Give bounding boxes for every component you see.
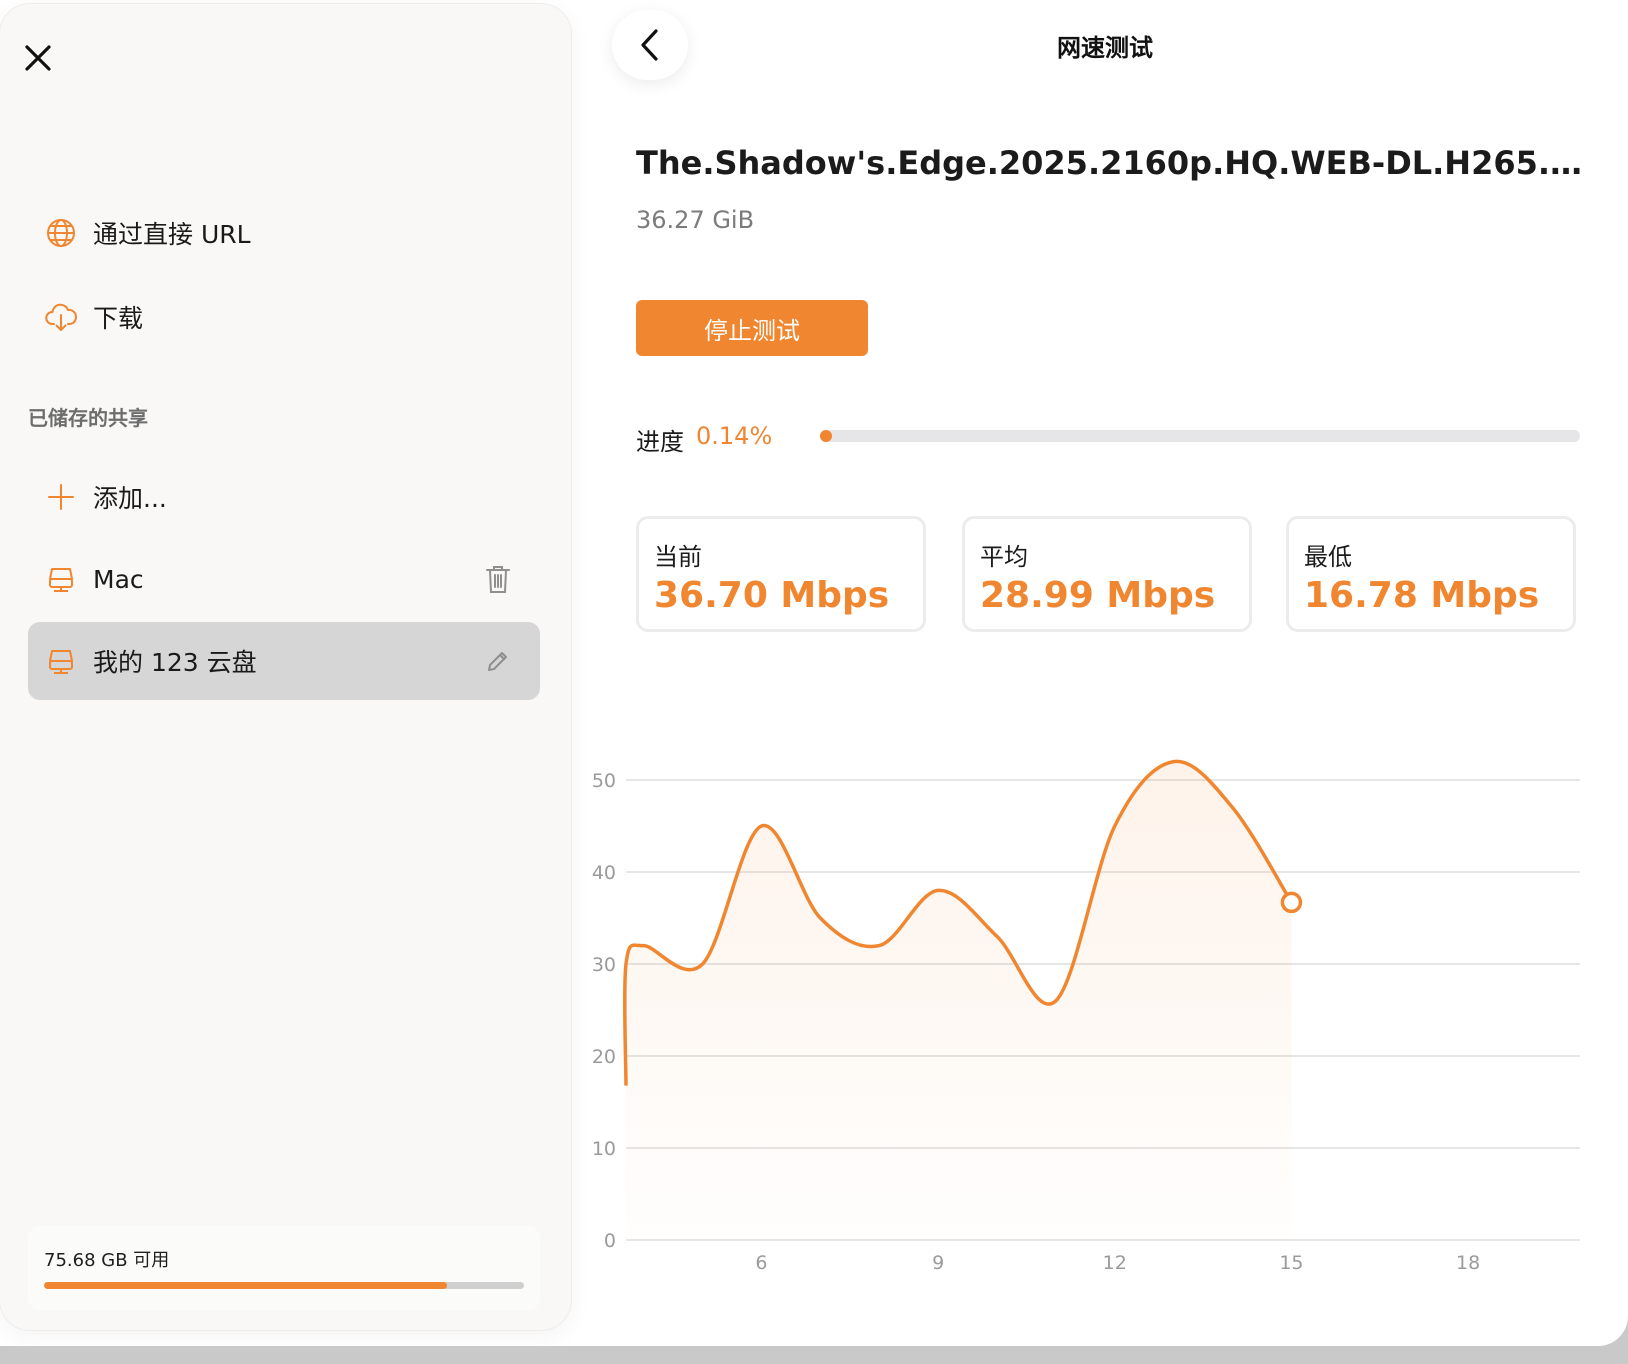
sidebar-item-label: Mac	[93, 564, 144, 594]
globe-icon	[43, 215, 79, 251]
storage-bar-track	[44, 1282, 524, 1289]
y-tick-label: 30	[592, 954, 616, 976]
close-icon	[25, 45, 51, 71]
sidebar: 通过直接 URL 下载 已储存的共享 添加... Mac 我的 123 云盘 7…	[0, 4, 571, 1330]
stat-card-average: 平均 28.99 Mbps	[962, 516, 1252, 632]
stat-value: 28.99 Mbps	[980, 575, 1216, 616]
saved-shares-heading: 已储存的共享	[28, 406, 148, 430]
current-point-marker	[1280, 891, 1303, 914]
page-title: 网速测试	[1057, 34, 1153, 62]
speed-chart: 0 10 20 30 40 50 6 9 12 15 18	[592, 759, 1580, 1274]
file-name: The.Shadow's.Edge.2025.2160p.HQ.WEB-DL.H…	[636, 144, 1596, 182]
sidebar-item-add[interactable]: 添加...	[28, 458, 540, 536]
stat-value: 16.78 Mbps	[1304, 575, 1540, 616]
progress-bar-track	[820, 430, 1580, 442]
pencil-icon[interactable]	[480, 643, 516, 679]
sidebar-item-direct-url[interactable]: 通过直接 URL	[28, 194, 540, 272]
chevron-left-icon	[641, 29, 658, 61]
sidebar-item-share-mac[interactable]: Mac	[28, 540, 540, 618]
x-tick-label: 18	[1456, 1252, 1480, 1274]
stat-title: 当前	[654, 543, 702, 571]
app-window: 通过直接 URL 下载 已储存的共享 添加... Mac 我的 123 云盘 7…	[0, 0, 1628, 1346]
x-tick-label: 12	[1103, 1252, 1127, 1274]
stat-card-minimum: 最低 16.78 Mbps	[1286, 516, 1576, 632]
x-tick-label: 9	[932, 1252, 944, 1274]
sidebar-item-share-123-cloud[interactable]: 我的 123 云盘	[28, 622, 540, 700]
stat-title: 平均	[980, 543, 1028, 571]
x-tick-label: 6	[755, 1252, 767, 1274]
storage-indicator: 75.68 GB 可用	[28, 1226, 540, 1310]
trash-icon[interactable]	[480, 561, 516, 597]
stop-test-button[interactable]: 停止测试	[636, 300, 868, 356]
y-tick-label: 10	[592, 1138, 616, 1160]
sidebar-item-download[interactable]: 下载	[28, 278, 540, 356]
file-size: 36.27 GiB	[636, 206, 755, 234]
y-tick-label: 20	[592, 1046, 616, 1068]
x-tick-label: 15	[1279, 1252, 1303, 1274]
plus-icon	[43, 479, 79, 515]
back-button[interactable]	[612, 10, 688, 80]
y-tick-label: 50	[592, 770, 616, 792]
speed-area	[624, 761, 1292, 1240]
server-icon	[43, 561, 79, 597]
y-tick-label: 0	[604, 1230, 616, 1252]
cloud-download-icon	[43, 299, 79, 335]
storage-available-label: 75.68 GB 可用	[44, 1250, 170, 1271]
sidebar-item-label: 我的 123 云盘	[93, 648, 257, 677]
storage-bar-fill	[44, 1282, 448, 1289]
progress-bar-fill	[820, 430, 832, 442]
y-tick-label: 40	[592, 862, 616, 884]
sidebar-item-label: 添加...	[93, 484, 167, 513]
stat-card-current: 当前 36.70 Mbps	[636, 516, 926, 632]
stat-value: 36.70 Mbps	[654, 575, 890, 616]
progress-label: 进度	[636, 428, 684, 456]
stat-title: 最低	[1304, 543, 1352, 571]
server-icon	[43, 643, 79, 679]
progress-value: 0.14%	[696, 422, 773, 450]
sidebar-item-label: 通过直接 URL	[93, 220, 251, 249]
close-button[interactable]	[20, 40, 56, 76]
sidebar-item-label: 下载	[93, 304, 144, 333]
